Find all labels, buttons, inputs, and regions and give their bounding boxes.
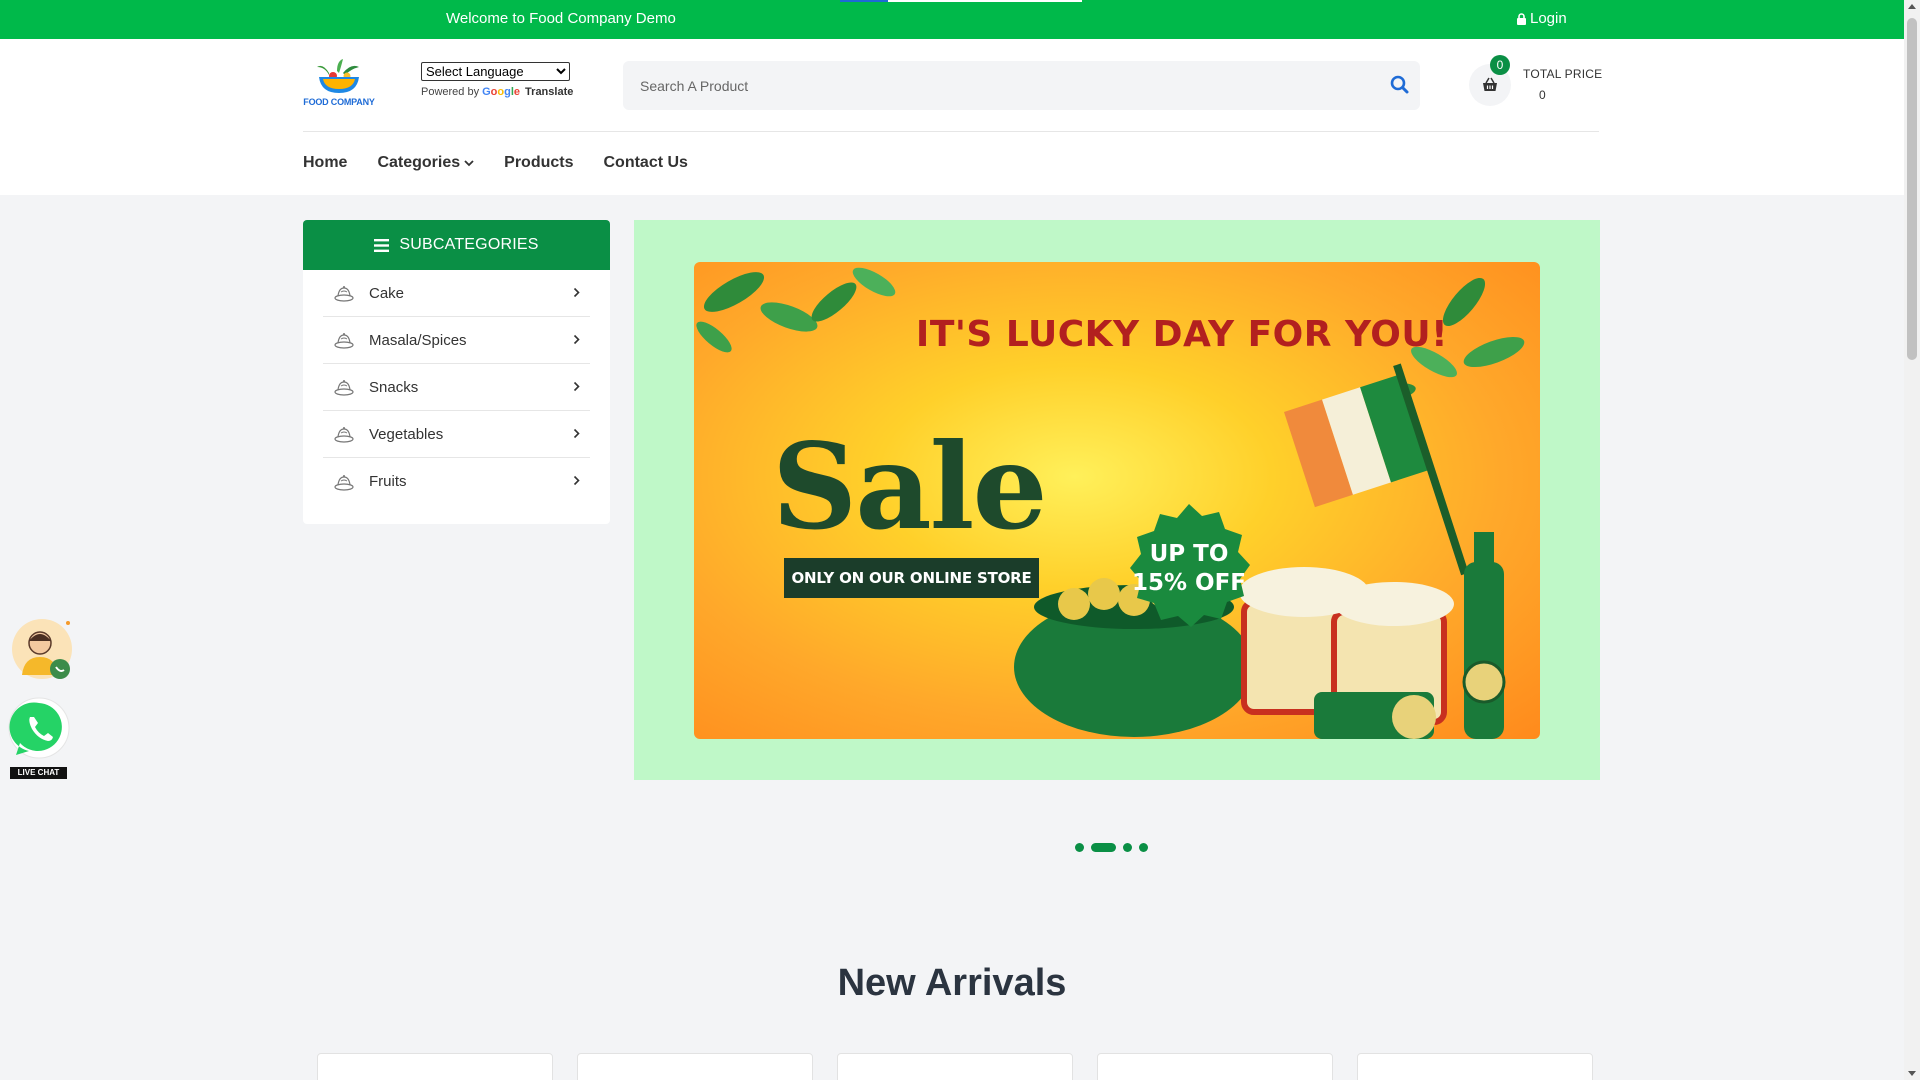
nav-contact-label: Contact Us [603,154,688,171]
search-button[interactable] [1388,73,1412,97]
support-agent-button[interactable] [10,617,74,681]
chevron-right-icon [573,475,580,486]
basket-icon [1483,77,1497,91]
total-price: TOTAL PRICE 0 [1523,67,1602,102]
subcategory-label: Snacks [369,378,419,396]
chevron-right-icon [573,334,580,345]
subcategories-list: Cake Masala/Spices Snacks Vegetables Fru… [303,270,610,524]
nav-products[interactable]: Products [504,154,573,172]
menu-icon [374,238,390,252]
carousel-dots [1075,843,1148,852]
food-plate-icon [334,427,354,443]
search-input[interactable] [623,61,1383,110]
whatsapp-icon [8,697,70,759]
translate-link[interactable]: Translate [525,86,573,98]
login-label: Login [1530,10,1567,27]
nav-home[interactable]: Home [303,154,347,172]
support-agent-icon [12,619,72,679]
total-price-label: TOTAL PRICE [1523,67,1603,81]
subcategory-cake[interactable]: Cake [323,270,590,317]
product-card[interactable] [317,1053,553,1080]
top-bar-accent [840,0,888,2]
nav-home-label: Home [303,154,348,171]
logo-text: FOOD COMPANY [303,97,375,107]
scroll-up-arrow[interactable] [1908,4,1916,9]
carousel-dot[interactable] [1123,843,1132,852]
nav-products-label: Products [504,154,574,171]
cart-button[interactable]: 0 [1469,55,1511,106]
discount-badge: UP TO 15% OFF [1122,502,1256,636]
carousel-dot[interactable] [1075,843,1084,852]
subcategory-label: Masala/Spices [369,331,467,349]
scrollbar-thumb[interactable] [1907,18,1917,360]
header-divider [303,131,1599,132]
welcome-text: Welcome to Food Company Demo [446,10,676,27]
chevron-right-icon [573,428,580,439]
search-icon [1390,75,1409,94]
carousel-dot[interactable] [1139,843,1148,852]
banner-sale-text: Sale [772,417,1048,556]
new-arrivals-title: New Arrivals [837,962,1067,1004]
food-plate-icon [334,286,354,302]
chevron-right-icon [573,381,580,392]
subcategories-title: SUBCATEGORIES [399,236,539,253]
page-scrollbar[interactable] [1904,0,1920,1080]
hero-banner-slide[interactable]: IT'S LUCKY DAY FOR YOU! Sale ONLY ON OUR… [694,262,1540,739]
top-bar: Welcome to Food Company Demo Login [0,0,1904,39]
online-store-button[interactable]: ONLY ON OUR ONLINE STORE [784,558,1039,598]
subcategory-fruits[interactable]: Fruits [323,458,590,505]
subcategory-label: Cake [369,284,405,302]
login-link[interactable]: Login [1516,10,1567,27]
site-logo[interactable]: FOOD COMPANY [303,59,375,111]
live-chat-label: LIVE CHAT [10,767,67,779]
food-plate-icon [334,380,354,396]
food-plate-icon [334,474,354,491]
nav-categories-label: Categories [377,154,461,171]
subcategories-header[interactable]: SUBCATEGORIES [303,220,610,270]
language-select[interactable]: Select Language [421,62,570,81]
logo-bowl-icon [317,59,359,93]
product-card[interactable] [1357,1053,1593,1080]
cart-count-badge: 0 [1490,55,1510,75]
nav-contact[interactable]: Contact Us [604,154,688,172]
subcategory-label: Vegetables [369,425,444,443]
scroll-down-arrow[interactable] [1908,1071,1916,1076]
google-logo: Google [482,86,521,98]
product-card[interactable] [837,1053,1073,1080]
lock-icon [1517,12,1526,25]
language-selector: Select Language Powered by Google Transl… [421,62,573,98]
subcategory-vegetables[interactable]: Vegetables [323,411,590,458]
carousel-dot-active[interactable] [1091,843,1116,852]
banner-headline: IT'S LUCKY DAY FOR YOU! [915,314,1449,355]
search-bar [623,61,1420,110]
food-plate-icon [334,333,354,349]
nav-categories[interactable]: Categories [377,154,474,172]
offer-line-2: 15% OFF [1131,570,1247,596]
top-bar-accent [888,0,1082,2]
subcategory-label: Fruits [369,473,407,490]
google-translate-credit: Powered by Google Translate [421,86,573,98]
subcategory-masala-spices[interactable]: Masala/Spices [323,317,590,364]
hero-carousel[interactable]: IT'S LUCKY DAY FOR YOU! Sale ONLY ON OUR… [634,220,1600,780]
whatsapp-chat-button[interactable]: LIVE CHAT [8,697,70,779]
product-card[interactable] [1097,1053,1333,1080]
chevron-right-icon [573,287,580,298]
chevron-down-icon [464,160,474,167]
site-header: FOOD COMPANY Select Language Powered by … [0,39,1904,195]
offer-line-1: UP TO [1149,541,1229,567]
total-price-value: 0 [1539,88,1546,102]
powered-by-label: Powered by [421,86,480,98]
product-card[interactable] [577,1053,813,1080]
subcategory-snacks[interactable]: Snacks [323,364,590,411]
main-nav: Home Categories Products Contact Us [303,154,718,172]
